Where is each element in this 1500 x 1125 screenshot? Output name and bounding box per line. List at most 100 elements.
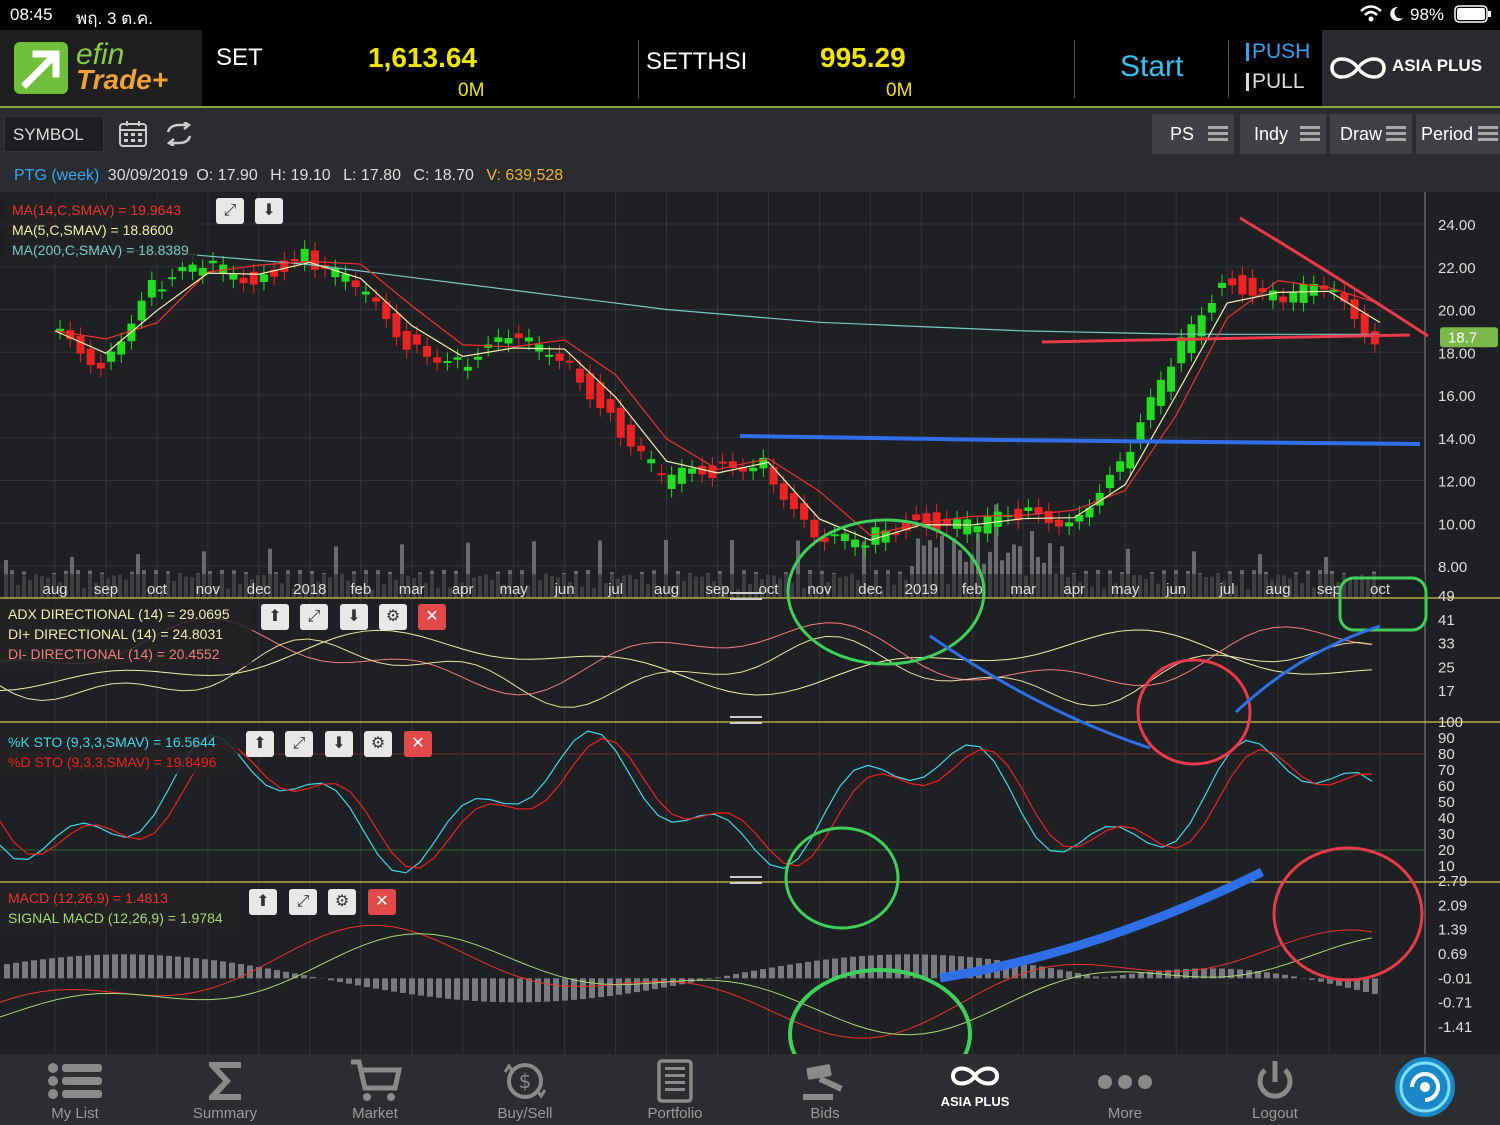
close-icon[interactable]: ✕ bbox=[418, 604, 446, 630]
candle-body bbox=[963, 519, 972, 535]
time-axis-label: mar bbox=[399, 581, 425, 598]
ps-button[interactable]: PS bbox=[1152, 114, 1234, 154]
macd-histogram-bar bbox=[634, 978, 640, 993]
nav-logout[interactable]: Logout bbox=[1200, 1054, 1350, 1125]
macd-histogram-bar bbox=[1093, 976, 1099, 979]
macd-histogram-bar bbox=[40, 959, 46, 979]
arrow-up-icon[interactable]: ⬆ bbox=[249, 889, 277, 915]
calendar-icon[interactable] bbox=[118, 120, 148, 148]
macd-histogram-bar bbox=[202, 959, 208, 979]
macd-histogram-bar bbox=[472, 978, 478, 1001]
expand-icon[interactable]: ⤢ bbox=[285, 731, 313, 757]
candle-body bbox=[779, 483, 788, 500]
settings-gear-icon[interactable]: ⚙ bbox=[379, 604, 407, 630]
macd-histogram-bar bbox=[463, 978, 469, 1001]
macd-histogram-bar bbox=[1102, 977, 1108, 979]
candle-body bbox=[565, 360, 574, 363]
sto-k-legend: %K STO (9,3,3,SMAV) = 16.5644 bbox=[8, 734, 216, 750]
volume-value: 639,528 bbox=[505, 167, 564, 184]
candle-body bbox=[647, 459, 656, 464]
candle-body bbox=[1167, 366, 1176, 392]
price-axis-tick: 24.00 bbox=[1438, 217, 1476, 234]
candle-body bbox=[1105, 474, 1114, 489]
push-label: PUSH bbox=[1252, 40, 1311, 63]
draw-button[interactable]: Draw bbox=[1330, 114, 1412, 154]
market-header: efin Trade+ SET 1,613.64 0M SETTHSI 995.… bbox=[0, 30, 1500, 108]
close-icon[interactable]: ✕ bbox=[368, 889, 396, 915]
nav-summary[interactable]: Summary bbox=[150, 1054, 300, 1125]
time-axis-label: jul bbox=[1219, 581, 1235, 598]
candle-body bbox=[463, 366, 472, 371]
arrow-down-icon[interactable]: ⬇ bbox=[340, 604, 368, 630]
macd-histogram-bar bbox=[283, 971, 289, 979]
nav-bids[interactable]: Bids bbox=[750, 1054, 900, 1125]
candle-body bbox=[188, 264, 197, 272]
macd-histogram-bar bbox=[724, 975, 730, 979]
assistive-touch-button[interactable] bbox=[1392, 1054, 1458, 1120]
last-price-label: 18.7 bbox=[1448, 329, 1477, 346]
close-icon[interactable]: ✕ bbox=[404, 731, 432, 757]
arrow-up-icon[interactable]: ⬆ bbox=[246, 731, 274, 757]
macd-histogram-bar bbox=[400, 978, 406, 994]
chart-area[interactable]: 24.00 22.00 20.00 18.00 16.00 14.00 12.00 10.00… bbox=[0, 192, 1500, 1054]
period-button[interactable]: Period bbox=[1416, 114, 1500, 154]
start-button[interactable]: Start bbox=[1120, 50, 1183, 84]
nav-market[interactable]: Market bbox=[300, 1054, 450, 1125]
nav-more[interactable]: More bbox=[1050, 1054, 1200, 1125]
macd-histogram-bar bbox=[751, 970, 757, 979]
macd-histogram-bar bbox=[868, 955, 874, 979]
candle-body bbox=[606, 399, 615, 413]
nav-portfolio[interactable]: Portfolio bbox=[600, 1054, 750, 1125]
refresh-icon[interactable] bbox=[164, 120, 194, 148]
arrow-logo-icon bbox=[14, 42, 68, 94]
arrow-down-icon[interactable]: ⬇ bbox=[255, 198, 283, 224]
blue-trendline bbox=[929, 634, 1151, 750]
macd-histogram-bar bbox=[328, 978, 334, 981]
indy-button[interactable]: Indy bbox=[1240, 114, 1326, 154]
expand-icon[interactable]: ⤢ bbox=[300, 604, 328, 630]
status-time: 08:45 bbox=[10, 5, 53, 24]
index-set-value: 1,613.64 bbox=[368, 42, 477, 73]
candle-body bbox=[1279, 296, 1288, 303]
settings-gear-icon[interactable]: ⚙ bbox=[328, 889, 356, 915]
arrow-down-icon[interactable]: ⬇ bbox=[325, 731, 353, 757]
pull-label: PULL bbox=[1252, 70, 1305, 93]
push-toggle[interactable]: PUSH bbox=[1246, 40, 1310, 64]
pull-toggle[interactable]: PULL bbox=[1246, 70, 1305, 94]
macd-histogram-bar bbox=[373, 978, 379, 989]
settings-gear-icon[interactable]: ⚙ bbox=[364, 731, 392, 757]
candle-body bbox=[423, 345, 432, 357]
candle-body bbox=[453, 357, 462, 360]
macd-histogram-bar bbox=[1138, 972, 1144, 979]
expand-icon[interactable]: ⤢ bbox=[216, 198, 244, 224]
expand-icon[interactable]: ⤢ bbox=[289, 889, 317, 915]
symbol-input[interactable]: SYMBOL bbox=[4, 116, 104, 152]
macd-axis-tick: -1.41 bbox=[1438, 1019, 1472, 1036]
index-set-name[interactable]: SET bbox=[216, 44, 263, 72]
time-axis-label: aug bbox=[654, 581, 679, 598]
macd-line bbox=[0, 924, 1373, 1039]
macd-histogram-bar bbox=[139, 954, 145, 979]
nav-buy-sell[interactable]: $ Buy/Sell bbox=[450, 1054, 600, 1125]
candle-body bbox=[504, 338, 513, 344]
macd-histogram-bar bbox=[445, 978, 451, 999]
candle-body bbox=[830, 534, 839, 537]
arrow-up-icon[interactable]: ⬆ bbox=[261, 604, 289, 630]
macd-histogram-bar bbox=[616, 978, 622, 995]
macd-histogram-bar bbox=[1237, 969, 1243, 979]
nav-my-list[interactable]: My List bbox=[0, 1054, 150, 1125]
candle-body bbox=[575, 368, 584, 383]
sto-axis-tick: 20 bbox=[1438, 842, 1455, 859]
candle-body bbox=[239, 277, 248, 284]
macd-histogram-bar bbox=[220, 961, 226, 979]
nav-label: Logout bbox=[1252, 1105, 1298, 1122]
macd-histogram-bar bbox=[1309, 978, 1315, 980]
time-axis-label: feb bbox=[962, 581, 983, 598]
nav-asia-plus[interactable]: ASIA PLUS bbox=[900, 1054, 1050, 1125]
macd-histogram-bar bbox=[1156, 970, 1162, 979]
macd-histogram-bar bbox=[1372, 978, 1378, 994]
index-setthsi-name[interactable]: SETTHSI bbox=[646, 48, 747, 76]
adx-axis-tick: 41 bbox=[1438, 612, 1455, 629]
macd-histogram-bar bbox=[22, 961, 28, 979]
candle-body bbox=[1197, 315, 1206, 337]
